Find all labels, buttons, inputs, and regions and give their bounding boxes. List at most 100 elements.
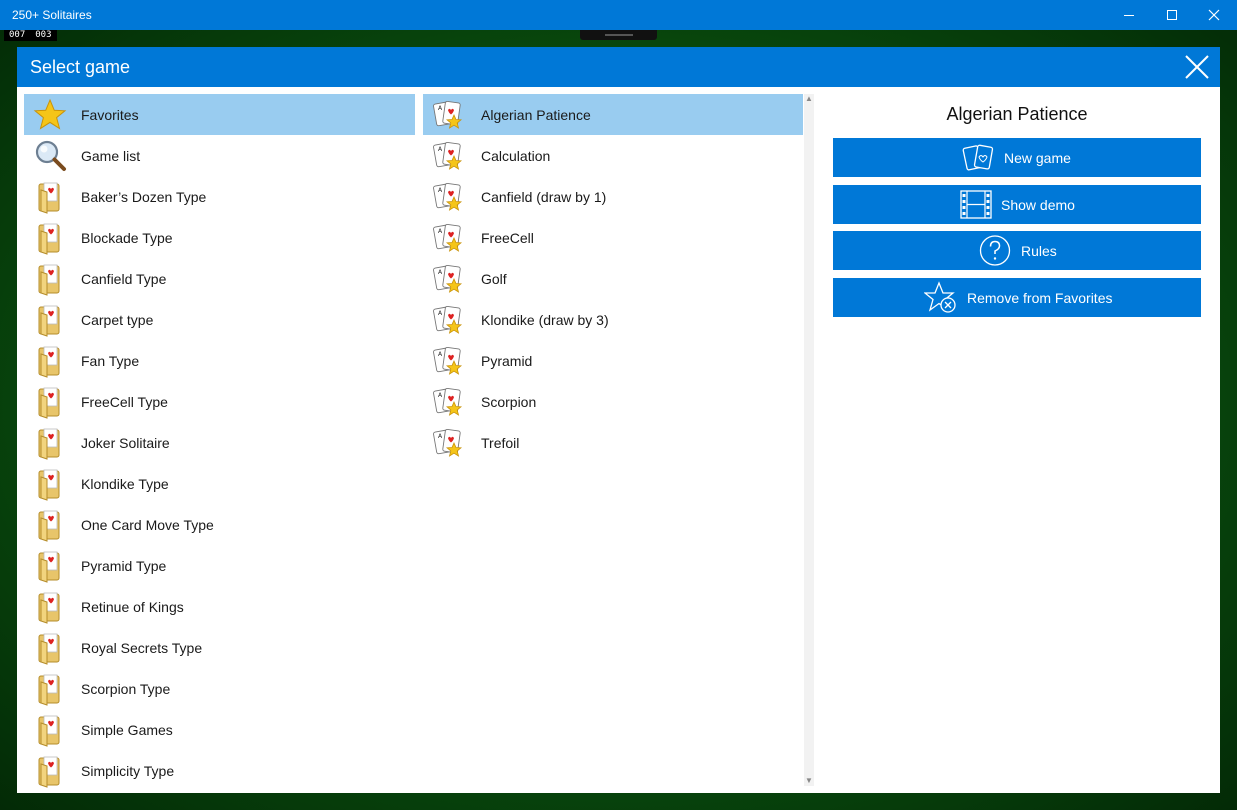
category-item-label: Blockade Type (81, 229, 173, 246)
close-window-button[interactable] (1191, 0, 1237, 30)
category-item-label: Retinue of Kings (81, 598, 184, 615)
category-item[interactable]: Canfield Type (24, 258, 415, 299)
counter-1: 007 (4, 30, 31, 41)
new-game-button[interactable]: New game (833, 138, 1201, 177)
window-title: 250+ Solitaires (12, 8, 92, 22)
folder-icon (33, 467, 67, 501)
counter-2: 003 (30, 30, 57, 41)
game-item[interactable]: A FreeCell (423, 217, 803, 258)
game-item-label: Klondike (draw by 3) (481, 311, 609, 328)
new-game-label: New game (1004, 150, 1071, 166)
game-item[interactable]: A Klondike (draw by 3) (423, 299, 803, 340)
category-item[interactable]: Klondike Type (24, 463, 415, 504)
favorite-cards-icon: A (432, 221, 466, 255)
category-item[interactable]: Retinue of Kings (24, 586, 415, 627)
selected-game-title: Algerian Patience (946, 104, 1088, 124)
folder-icon (33, 426, 67, 460)
category-item[interactable]: FreeCell Type (24, 381, 415, 422)
maximize-button[interactable] (1149, 0, 1195, 30)
folder-icon (33, 590, 67, 624)
category-item[interactable]: Baker’s Dozen Type (24, 176, 415, 217)
category-item[interactable]: Simple Games (24, 709, 415, 750)
category-item[interactable]: Favorites (24, 94, 415, 135)
folder-icon (33, 180, 67, 214)
favorite-cards-icon: A (432, 303, 466, 337)
category-item[interactable]: Blockade Type (24, 217, 415, 258)
game-item[interactable]: A Trefoil (423, 422, 803, 463)
film-icon (960, 190, 992, 219)
folder-icon (33, 303, 67, 337)
show-demo-label: Show demo (1001, 197, 1075, 213)
star-remove-icon (924, 281, 956, 313)
favorite-cards-icon: A (432, 385, 466, 419)
dialog-title: Select game (30, 57, 131, 77)
folder-icon (33, 344, 67, 378)
category-item-label: Pyramid Type (81, 557, 167, 574)
folder-icon (33, 754, 67, 788)
star-icon (33, 98, 67, 132)
category-item-label: Favorites (81, 106, 139, 123)
category-item[interactable]: Joker Solitaire (24, 422, 415, 463)
category-item-label: Baker’s Dozen Type (81, 188, 207, 205)
category-list: Favorites Game list Baker’s Dozen Type Bloc… (24, 94, 415, 791)
favorite-cards-icon: A (432, 139, 466, 173)
show-demo-button[interactable]: Show demo (833, 185, 1201, 224)
category-item-label: Carpet type (81, 311, 154, 328)
folder-icon (33, 672, 67, 706)
folder-icon (33, 385, 67, 419)
category-item-label: Joker Solitaire (81, 434, 170, 451)
game-item[interactable]: A Pyramid (423, 340, 803, 381)
game-item[interactable]: A Canfield (draw by 1) (423, 176, 803, 217)
game-item[interactable]: A Algerian Patience (423, 94, 803, 135)
game-item-label: Golf (481, 270, 507, 287)
game-item-label: Canfield (draw by 1) (481, 188, 607, 205)
category-item-label: FreeCell Type (81, 393, 168, 410)
drag-handle[interactable] (580, 30, 657, 40)
minimize-icon (1124, 15, 1134, 16)
dialog-header: Select game (17, 47, 1220, 87)
game-detail-panel: Algerian Patience New game Show demo Rul… (832, 94, 1202, 317)
category-item-label: Simple Games (81, 721, 173, 738)
game-item[interactable]: A Calculation (423, 135, 803, 176)
counters: 007 003 (4, 30, 57, 41)
folder-icon (33, 508, 67, 542)
favorite-cards-icon: A (432, 344, 466, 378)
scroll-up-arrow-icon[interactable]: ▲ (804, 94, 814, 104)
favorite-cards-icon: A (432, 262, 466, 296)
question-icon (979, 235, 1011, 266)
game-list: A Algerian Patience A Calculation A Canfield … (423, 94, 803, 463)
game-item-label: Scorpion (481, 393, 537, 410)
category-item[interactable]: Scorpion Type (24, 668, 415, 709)
game-item-label: Trefoil (481, 434, 520, 451)
dialog-close-button[interactable] (1183, 53, 1211, 81)
game-item[interactable]: A Scorpion (423, 381, 803, 422)
remove-from-favorites-label: Remove from Favorites (967, 290, 1113, 306)
scroll-down-arrow-icon[interactable]: ▼ (804, 776, 814, 786)
minimize-button[interactable] (1106, 0, 1152, 30)
category-item[interactable]: Simplicity Type (24, 750, 415, 791)
game-item-label: Calculation (481, 147, 551, 164)
category-item[interactable]: Fan Type (24, 340, 415, 381)
folder-icon (33, 631, 67, 665)
maximize-icon (1167, 10, 1177, 20)
category-item[interactable]: Game list (24, 135, 415, 176)
folder-icon (33, 713, 67, 747)
select-game-dialog: Select game Favorites Game list Baker’s Do… (17, 47, 1220, 793)
category-item-label: One Card Move Type (81, 516, 214, 533)
rules-button[interactable]: Rules (833, 231, 1201, 270)
folder-icon (33, 262, 67, 296)
game-item-label: Pyramid (481, 352, 533, 369)
category-item-label: Canfield Type (81, 270, 167, 287)
category-item[interactable]: Royal Secrets Type (24, 627, 415, 668)
category-item-label: Klondike Type (81, 475, 169, 492)
game-item-label: FreeCell (481, 229, 534, 246)
category-item[interactable]: One Card Move Type (24, 504, 415, 545)
category-item-label: Scorpion Type (81, 680, 171, 697)
category-item[interactable]: Carpet type (24, 299, 415, 340)
category-item[interactable]: Pyramid Type (24, 545, 415, 586)
game-item-label: Algerian Patience (481, 106, 591, 123)
remove-from-favorites-button[interactable]: Remove from Favorites (833, 278, 1201, 317)
game-item[interactable]: A Golf (423, 258, 803, 299)
cards-icon (962, 144, 994, 171)
game-list-scrollbar[interactable]: ▲ ▼ (804, 94, 814, 786)
